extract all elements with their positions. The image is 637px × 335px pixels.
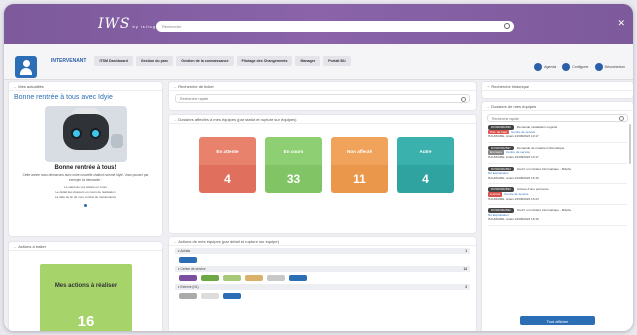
gear-icon [562, 63, 571, 71]
top-bar: IWS by isilog Recherche ✕ [4, 4, 633, 44]
carousel-dot[interactable] [84, 204, 87, 207]
panel-header: – Dossiers de mes équipes [482, 102, 633, 111]
chip-list [179, 293, 466, 299]
global-search-input[interactable]: Recherche [156, 21, 514, 32]
chip[interactable] [223, 293, 241, 299]
header-actions: Agenda Configurer Déconnexion [534, 63, 625, 71]
tab-manager[interactable]: Manager [295, 56, 321, 66]
avatar[interactable] [15, 56, 37, 78]
power-icon [594, 63, 603, 71]
chip[interactable] [245, 275, 263, 281]
nav-bar: INTERVENANT ITSM Dashboard Gestion du pa… [4, 44, 633, 80]
team-group-row[interactable]: ▾ Centre de service 14 [175, 266, 470, 272]
agenda-button[interactable]: Agenda [534, 63, 556, 71]
tab-portail-bu[interactable]: Portail BU [323, 56, 351, 66]
panel-header: – Mes actualités [9, 82, 162, 91]
panel-header: – Recherche de ticket [169, 82, 476, 91]
team-actions-panel: – Actions de mes équipes (par détail et r… [169, 237, 476, 331]
panel-header: – Actions de mes équipes (par détail et r… [169, 237, 476, 246]
robot-image [44, 106, 127, 162]
actions-panel: – Actions à traiter Mes actions à réalise… [9, 242, 162, 331]
news-list: Le statut de vos tickets en cours Le dét… [9, 185, 162, 200]
status-cards: En attente 4 En cours 33 Non affecté 11 … [199, 137, 454, 193]
history-search-panel: + Recherche historique [482, 82, 633, 98]
team-group-row[interactable]: ▾ Externe (N1) 3 [175, 284, 470, 290]
list-item: La date de fin de mon contrat de mainten… [54, 195, 117, 199]
close-icon[interactable]: ✕ [617, 18, 625, 29]
my-actions-tile[interactable]: Mes actions à réaliser 16 [40, 264, 132, 331]
configure-button[interactable]: Configurer [562, 63, 589, 71]
chip[interactable] [179, 275, 197, 281]
ticket-search-panel: – Recherche de ticket Recherche rapide [169, 82, 476, 110]
tab-list: INTERVENANT ITSM Dashboard Gestion du pa… [46, 56, 351, 66]
tab-itsm-dashboard[interactable]: ITSM Dashboard [94, 56, 133, 66]
panel-header[interactable]: + Recherche historique [482, 82, 633, 91]
status-card-autre[interactable]: Autre 4 [397, 137, 454, 193]
tab-pilotage-changements[interactable]: Pilotage des Changements [236, 56, 293, 66]
panel-header: – Dossiers affectés à mes équipes (par st… [169, 115, 476, 124]
status-card-en-attente[interactable]: En attente 4 [199, 137, 256, 193]
show-all-button[interactable]: Tout afficher [520, 316, 595, 325]
team-group-row[interactable]: ▾ Achats 1 [175, 248, 470, 254]
assigned-folders-panel: – Dossiers affectés à mes équipes (par st… [169, 115, 476, 233]
app-window: IWS by isilog Recherche ✕ INTERVENANT ITS… [4, 4, 633, 331]
chip[interactable] [223, 275, 241, 281]
search-icon[interactable] [619, 116, 624, 121]
search-icon[interactable] [504, 23, 510, 29]
ticket-item[interactable]: DOS00002696 Demande installation Logiciel… [488, 125, 627, 143]
tab-gestion-parc[interactable]: Gestion du parc [135, 56, 174, 66]
chip[interactable] [289, 275, 307, 281]
chip[interactable] [201, 293, 219, 299]
actions-count: 16 [77, 313, 95, 330]
ticket-search-input[interactable]: Recherche rapide [175, 94, 470, 103]
search-icon[interactable] [461, 96, 466, 102]
ticket-item[interactable]: DOS00002694 Ouvrir un incident informatiq… [488, 166, 627, 185]
ticket-item[interactable]: DOS00002693 Arrivée d'une personne A arri… [488, 187, 627, 206]
status-card-non-affecte[interactable]: Non affecté 11 [331, 137, 388, 193]
chip[interactable] [179, 257, 197, 263]
panel-header: – Actions à traiter [9, 242, 162, 251]
calendar-icon [534, 63, 543, 71]
logout-button[interactable]: Déconnexion [594, 63, 625, 71]
chip[interactable] [179, 293, 197, 299]
chip-list [179, 275, 466, 281]
status-card-en-cours[interactable]: En cours 33 [265, 137, 322, 193]
chip[interactable] [267, 275, 285, 281]
tab-intervenant[interactable]: INTERVENANT [46, 56, 91, 66]
app-logo[interactable]: IWS by isilog [98, 16, 156, 32]
scrollbar[interactable] [629, 124, 631, 164]
ticket-item[interactable]: DOS00002692 Ouvrir un incident informatiq… [488, 208, 627, 226]
team-folders-search-input[interactable]: Recherche rapide [487, 114, 628, 122]
chip[interactable] [201, 275, 219, 281]
news-headline[interactable]: Bonne rentrée à tous avec Idyie [9, 91, 162, 104]
news-panel: – Mes actualités Bonne rentrée à tous ave… [9, 82, 162, 236]
team-folders-panel: – Dossiers de mes équipes Recherche rapid… [482, 102, 633, 331]
tab-gestion-connaissance[interactable]: Gestion de la connaissance [176, 56, 234, 66]
chip-list [179, 257, 466, 263]
ticket-item[interactable]: DOS00002697 Demande de matériel informati… [488, 145, 627, 164]
news-text: Cette année nous démarrons avec notre no… [22, 173, 149, 182]
